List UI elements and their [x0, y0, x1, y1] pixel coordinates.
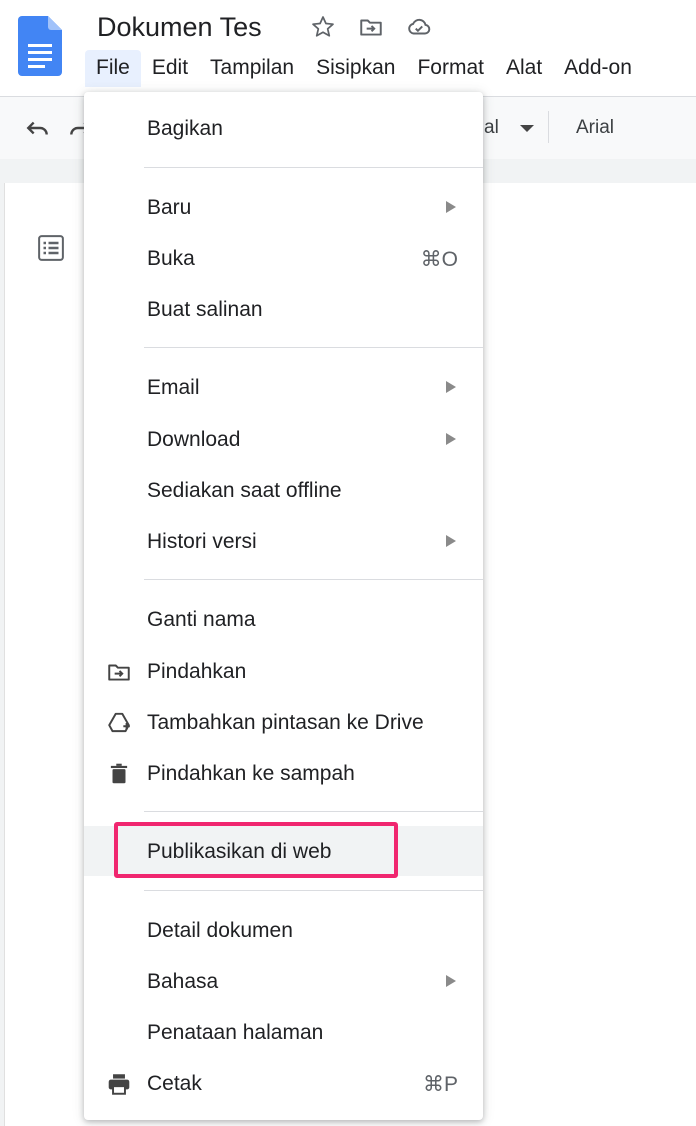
submenu-arrow-icon: [446, 381, 456, 393]
menu-view[interactable]: Tampilan: [199, 50, 305, 87]
printer-icon: [108, 1074, 130, 1095]
menu-insert[interactable]: Sisipkan: [305, 50, 406, 87]
menu-item-share[interactable]: Bagikan: [84, 104, 483, 152]
outline-icon[interactable]: [36, 233, 66, 263]
font-dropdown-caret-icon[interactable]: [520, 125, 534, 132]
menu-separator: [144, 167, 483, 168]
menu-tools[interactable]: Alat: [495, 50, 553, 87]
title-icons: [310, 14, 432, 40]
menu-file[interactable]: File: [85, 50, 141, 87]
cloud-status-icon[interactable]: [406, 14, 432, 40]
menu-item-make-copy[interactable]: Buat salinan: [84, 285, 483, 333]
toolbar-divider: [548, 111, 549, 143]
menu-item-download[interactable]: Download: [84, 415, 483, 463]
submenu-arrow-icon: [446, 535, 456, 547]
menubar: File Edit Tampilan Sisipkan Format Alat …: [85, 50, 643, 87]
move-to-folder-icon[interactable]: [358, 14, 384, 40]
menu-item-new[interactable]: Baru: [84, 183, 483, 231]
header: Dokumen Tes File Edit Tampilan Sisipkan …: [0, 0, 696, 96]
menu-item-print[interactable]: Cetak ⌘P: [84, 1059, 483, 1107]
drive-shortcut-icon: [108, 712, 130, 733]
menu-separator: [144, 347, 483, 348]
menu-item-email[interactable]: Email: [84, 363, 483, 411]
shortcut-print: ⌘P: [422, 1073, 458, 1096]
undo-icon[interactable]: [24, 115, 52, 141]
menu-item-offline[interactable]: Sediakan saat offline: [84, 466, 483, 514]
menu-separator: [144, 811, 483, 812]
menu-item-page-setup[interactable]: Penataan halaman: [84, 1008, 483, 1056]
shortcut-open: ⌘O: [420, 248, 458, 271]
menu-item-move[interactable]: Pindahkan: [84, 647, 483, 695]
font-name-partial[interactable]: al: [484, 117, 499, 139]
submenu-arrow-icon: [446, 975, 456, 987]
folder-move-icon: [108, 664, 130, 681]
font-name[interactable]: Arial: [576, 117, 614, 139]
document-title[interactable]: Dokumen Tes: [97, 12, 262, 43]
menu-separator: [144, 890, 483, 891]
menu-item-open[interactable]: Buka ⌘O: [84, 234, 483, 282]
menu-addons[interactable]: Add-on: [553, 50, 643, 87]
file-menu: Bagikan Baru Buka ⌘O Buat salinan Email …: [84, 92, 483, 1120]
submenu-arrow-icon: [446, 433, 456, 445]
menu-separator: [144, 579, 483, 580]
menu-format[interactable]: Format: [406, 50, 495, 87]
menu-item-add-shortcut[interactable]: Tambahkan pintasan ke Drive: [84, 698, 483, 746]
menu-edit[interactable]: Edit: [141, 50, 199, 87]
menu-item-details[interactable]: Detail dokumen: [84, 906, 483, 954]
star-icon[interactable]: [310, 14, 336, 40]
menu-item-rename[interactable]: Ganti nama: [84, 595, 483, 643]
menu-item-trash[interactable]: Pindahkan ke sampah: [84, 749, 483, 797]
menu-item-version-history[interactable]: Histori versi: [84, 517, 483, 565]
trash-icon: [110, 763, 128, 784]
menu-item-language[interactable]: Bahasa: [84, 957, 483, 1005]
docs-logo[interactable]: [18, 16, 62, 76]
submenu-arrow-icon: [446, 201, 456, 213]
publish-highlight-box: [114, 822, 398, 878]
